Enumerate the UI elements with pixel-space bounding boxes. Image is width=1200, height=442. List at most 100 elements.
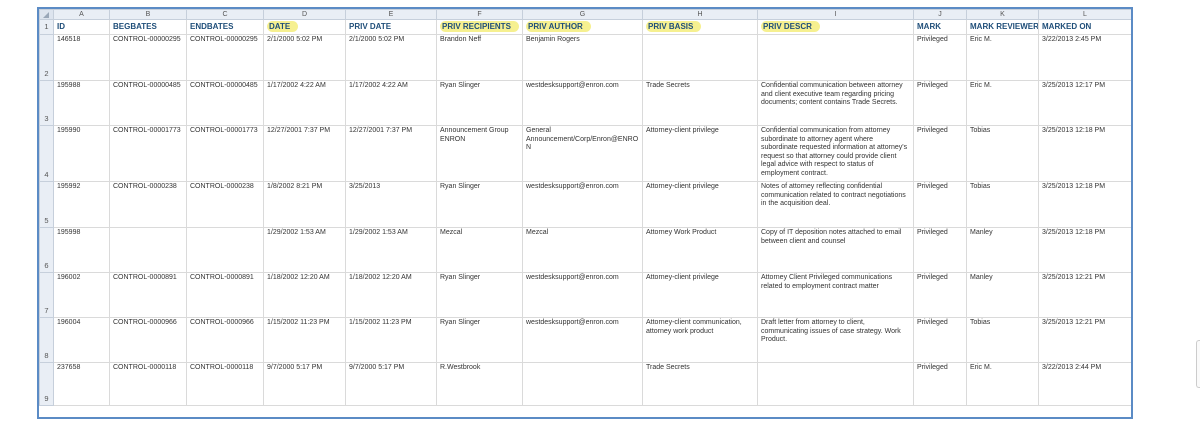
table-cell[interactable] <box>757 362 914 406</box>
table-cell[interactable]: 237658 <box>53 362 110 406</box>
table-cell[interactable]: CONTROL-0000238 <box>186 181 264 228</box>
table-cell[interactable]: 146518 <box>53 34 110 81</box>
table-cell[interactable]: 3/25/2013 12:18 PM <box>1038 125 1131 182</box>
table-cell[interactable]: 1/15/2002 11:23 PM <box>345 317 437 363</box>
table-cell[interactable]: CONTROL-0000118 <box>109 362 187 406</box>
table-cell[interactable]: Tobias <box>966 125 1039 182</box>
column-header[interactable]: J <box>913 9 967 20</box>
table-cell[interactable]: Attorney Work Product <box>642 227 758 273</box>
column-header[interactable]: B <box>109 9 187 20</box>
table-cell[interactable]: Tobias <box>966 317 1039 363</box>
table-cell[interactable]: Copy of IT deposition notes attached to … <box>757 227 914 273</box>
table-cell[interactable]: 195998 <box>53 227 110 273</box>
table-cell[interactable]: Privileged <box>913 34 967 81</box>
field-header-cell[interactable]: MARK <box>913 19 967 35</box>
field-header-cell[interactable]: MARK REVIEWER <box>966 19 1039 35</box>
table-cell[interactable]: CONTROL-0000966 <box>186 317 264 363</box>
field-header-cell[interactable]: ID <box>53 19 110 35</box>
table-cell[interactable]: 3/25/2013 12:18 PM <box>1038 227 1131 273</box>
table-cell[interactable]: westdesksupport@enron.com <box>522 317 643 363</box>
table-cell[interactable]: Eric M. <box>966 362 1039 406</box>
table-cell[interactable]: 1/17/2002 4:22 AM <box>345 80 437 126</box>
column-header[interactable]: H <box>642 9 758 20</box>
field-header-cell[interactable]: DATE <box>263 19 346 35</box>
table-cell[interactable]: westdesksupport@enron.com <box>522 80 643 126</box>
table-cell[interactable]: Manley <box>966 272 1039 318</box>
table-cell[interactable]: Ryan Slinger <box>436 272 523 318</box>
table-cell[interactable]: Attorney-client privilege <box>642 181 758 228</box>
table-cell[interactable]: Trade Secrets <box>642 362 758 406</box>
table-cell[interactable]: Draft letter from attorney to client, co… <box>757 317 914 363</box>
column-header[interactable]: K <box>966 9 1039 20</box>
row-header[interactable]: 2 <box>39 34 54 81</box>
column-header[interactable]: L <box>1038 9 1131 20</box>
table-cell[interactable]: 1/18/2002 12:20 AM <box>345 272 437 318</box>
table-cell[interactable]: 3/22/2013 2:45 PM <box>1038 34 1131 81</box>
table-cell[interactable]: Brandon Neff <box>436 34 523 81</box>
table-cell[interactable]: CONTROL-0000966 <box>109 317 187 363</box>
row-header[interactable]: 5 <box>39 181 54 228</box>
vertical-scrollbar[interactable] <box>1196 340 1200 388</box>
column-header[interactable]: E <box>345 9 437 20</box>
table-cell[interactable]: Attorney-client privilege <box>642 125 758 182</box>
table-cell[interactable] <box>109 227 187 273</box>
select-all-corner[interactable] <box>39 9 54 20</box>
table-cell[interactable]: CONTROL-00000295 <box>186 34 264 81</box>
table-cell[interactable]: 1/29/2002 1:53 AM <box>263 227 346 273</box>
table-cell[interactable]: 1/8/2002 8:21 PM <box>263 181 346 228</box>
table-cell[interactable]: 1/29/2002 1:53 AM <box>345 227 437 273</box>
table-cell[interactable]: Announcement Group ENRON <box>436 125 523 182</box>
table-cell[interactable]: Privileged <box>913 80 967 126</box>
table-cell[interactable] <box>522 362 643 406</box>
table-cell[interactable]: R.Westbrook <box>436 362 523 406</box>
table-cell[interactable]: Tobias <box>966 181 1039 228</box>
table-cell[interactable]: CONTROL-0000238 <box>109 181 187 228</box>
table-cell[interactable]: 2/1/2000 5:02 PM <box>263 34 346 81</box>
column-header[interactable]: C <box>186 9 264 20</box>
table-cell[interactable]: Privileged <box>913 317 967 363</box>
field-header-cell[interactable]: PRIV BASIS <box>642 19 758 35</box>
table-cell[interactable]: CONTROL-00001773 <box>186 125 264 182</box>
table-cell[interactable]: CONTROL-00000295 <box>109 34 187 81</box>
table-cell[interactable]: 195988 <box>53 80 110 126</box>
column-header[interactable]: G <box>522 9 643 20</box>
table-cell[interactable]: 3/25/2013 12:21 PM <box>1038 272 1131 318</box>
table-cell[interactable]: CONTROL-00000485 <box>109 80 187 126</box>
table-cell[interactable]: Ryan Slinger <box>436 80 523 126</box>
table-cell[interactable]: 2/1/2000 5:02 PM <box>345 34 437 81</box>
table-cell[interactable]: westdesksupport@enron.com <box>522 272 643 318</box>
table-cell[interactable]: 3/25/2013 12:17 PM <box>1038 80 1131 126</box>
table-cell[interactable]: 195990 <box>53 125 110 182</box>
table-cell[interactable]: 1/15/2002 11:23 PM <box>263 317 346 363</box>
row-header[interactable]: 1 <box>39 19 54 35</box>
table-cell[interactable]: 12/27/2001 7:37 PM <box>345 125 437 182</box>
column-header[interactable]: I <box>757 9 914 20</box>
table-cell[interactable]: Privileged <box>913 227 967 273</box>
table-cell[interactable]: Mezcal <box>522 227 643 273</box>
table-cell[interactable]: Attorney-client privilege <box>642 272 758 318</box>
table-cell[interactable]: Ryan Slinger <box>436 181 523 228</box>
field-header-cell[interactable]: MARKED ON <box>1038 19 1131 35</box>
table-cell[interactable]: Notes of attorney reflecting confidentia… <box>757 181 914 228</box>
field-header-cell[interactable]: PRIV RECIPIENTS <box>436 19 523 35</box>
table-cell[interactable]: Privileged <box>913 272 967 318</box>
field-header-cell[interactable]: PRIV DESCR <box>757 19 914 35</box>
table-cell[interactable]: 195992 <box>53 181 110 228</box>
table-cell[interactable]: Attorney Client Privileged communication… <box>757 272 914 318</box>
column-header[interactable]: A <box>53 9 110 20</box>
field-header-cell[interactable]: BEGBATES <box>109 19 187 35</box>
field-header-cell[interactable]: ENDBATES <box>186 19 264 35</box>
table-cell[interactable]: Attorney-client communication, attorney … <box>642 317 758 363</box>
table-cell[interactable]: Trade Secrets <box>642 80 758 126</box>
table-cell[interactable]: Ryan Slinger <box>436 317 523 363</box>
row-header[interactable]: 9 <box>39 362 54 406</box>
table-cell[interactable]: CONTROL-00001773 <box>109 125 187 182</box>
row-header[interactable]: 7 <box>39 272 54 318</box>
table-cell[interactable]: 1/18/2002 12:20 AM <box>263 272 346 318</box>
column-header[interactable]: D <box>263 9 346 20</box>
field-header-cell[interactable]: PRIV AUTHOR <box>522 19 643 35</box>
table-cell[interactable]: CONTROL-0000118 <box>186 362 264 406</box>
row-header[interactable]: 8 <box>39 317 54 363</box>
table-cell[interactable]: Eric M. <box>966 80 1039 126</box>
table-cell[interactable]: 3/22/2013 2:44 PM <box>1038 362 1131 406</box>
